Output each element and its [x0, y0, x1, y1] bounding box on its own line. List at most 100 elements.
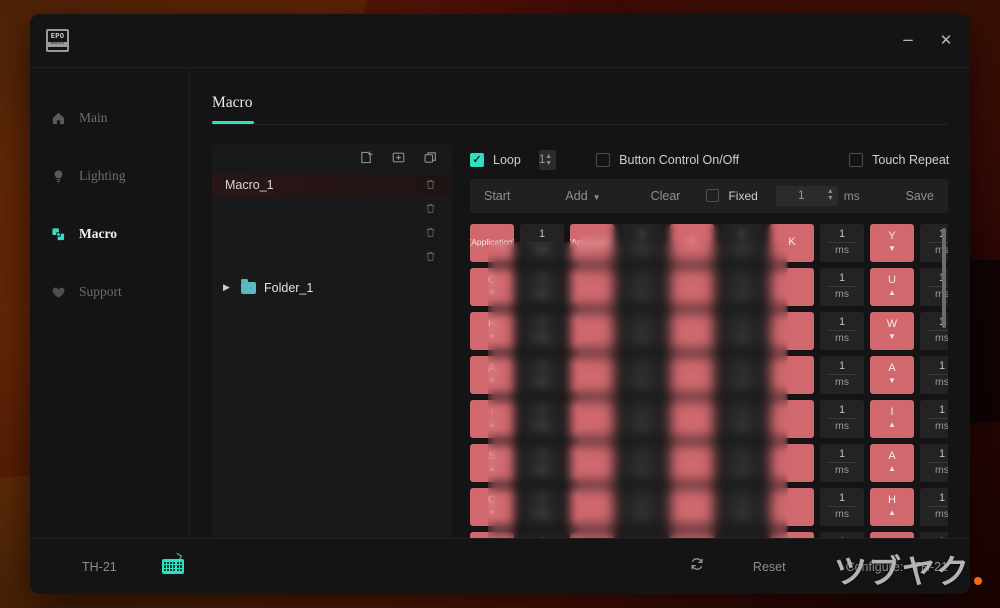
macro-delay-cell[interactable]: 1 ms [720, 355, 764, 394]
sidebar-item-macro[interactable]: Macro [30, 216, 189, 252]
macro-delay-cell[interactable]: 1 ms [620, 267, 664, 306]
keyboard-icon[interactable] [161, 559, 184, 574]
macro-key-cell[interactable] [670, 311, 714, 350]
loop-count-stepper[interactable]: 1 ▲ ▼ [538, 150, 557, 170]
macro-key-cell[interactable] [670, 399, 714, 438]
macro-key-cell[interactable]: Y ▼ [870, 223, 914, 262]
macro-delay-cell[interactable]: 1 ms [520, 487, 564, 526]
touch-repeat-checkbox[interactable]: Touch Repeat [849, 153, 949, 167]
macro-delay-cell[interactable]: 1 ms [720, 267, 764, 306]
macro-delay-cell[interactable]: 1 ms [520, 311, 564, 350]
macro-key-cell[interactable]: A ▼ [470, 355, 514, 394]
macro-delay-cell[interactable]: 1 ms [620, 487, 664, 526]
macro-delay-cell[interactable]: 1 ms [520, 355, 564, 394]
refresh-icon[interactable] [689, 556, 705, 577]
sidebar-item-lighting[interactable]: Lighting [30, 158, 189, 194]
macro-delay-cell[interactable]: 1 ms [620, 399, 664, 438]
macro-delay-cell[interactable]: 1 ms [820, 223, 864, 262]
chevron-down-icon[interactable]: ▼ [827, 195, 834, 202]
macro-key-cell[interactable]: I ▲ [470, 399, 514, 438]
start-button[interactable]: Start [484, 189, 510, 203]
macro-key-cell[interactable] [570, 311, 614, 350]
save-button[interactable]: Save [906, 189, 935, 203]
loop-checkbox[interactable]: Loop [470, 153, 521, 167]
trash-icon[interactable] [424, 178, 438, 192]
macro-delay-cell[interactable]: 1 ms [720, 487, 764, 526]
macro-delay-cell[interactable]: 1 ms [620, 223, 664, 262]
list-item[interactable] [212, 198, 452, 221]
minimize-button[interactable]: − [892, 26, 924, 56]
trash-icon[interactable] [424, 250, 438, 264]
macro-delay-cell[interactable]: 1 ms [520, 443, 564, 482]
button-control-checkbox[interactable]: Button Control On/Off [596, 153, 739, 167]
macro-delay-cell[interactable]: 1 ms [820, 443, 864, 482]
macro-key-cell[interactable] [770, 267, 814, 306]
macro-key-cell[interactable]: I ▲ [870, 399, 914, 438]
macro-delay-cell[interactable]: 1 ms [720, 399, 764, 438]
macro-key-cell[interactable] [570, 487, 614, 526]
macro-key-cell[interactable]: (Application) [470, 223, 514, 262]
macro-key-cell[interactable] [770, 311, 814, 350]
macro-delay-cell[interactable]: 1 ms [820, 355, 864, 394]
sidebar-item-support[interactable]: Support [30, 274, 189, 310]
list-item[interactable] [212, 246, 452, 269]
macro-delay-cell[interactable]: 1 ms [720, 311, 764, 350]
macro-key-cell[interactable] [670, 487, 714, 526]
macro-key-cell[interactable]: H ▼ [470, 311, 514, 350]
macro-key-cell[interactable]: K [770, 223, 814, 262]
new-macro-icon[interactable] [358, 150, 374, 166]
macro-key-cell[interactable]: H ▲ [870, 487, 914, 526]
list-item[interactable]: Macro_1 [212, 173, 452, 197]
button-control-checkbox-box[interactable] [596, 153, 611, 167]
macro-delay-cell[interactable]: 1 ms [620, 311, 664, 350]
grid-scrollbar[interactable] [942, 224, 946, 539]
macro-key-cell[interactable]: C ▼ [470, 487, 514, 526]
macro-key-cell[interactable]: W ▼ [870, 311, 914, 350]
new-folder-icon[interactable] [390, 150, 406, 166]
chevron-up-icon[interactable]: ▲ [545, 153, 552, 160]
touch-repeat-checkbox-box[interactable] [849, 153, 864, 167]
fixed-checkbox[interactable]: Fixed [706, 189, 758, 203]
chevron-right-icon[interactable]: ▶ [223, 282, 233, 293]
macro-key-cell[interactable]: A ▼ [870, 355, 914, 394]
duplicate-icon[interactable] [422, 150, 438, 166]
macro-key-cell[interactable] [570, 355, 614, 394]
macro-delay-cell[interactable]: 1 ms [620, 443, 664, 482]
macro-delay-cell[interactable]: 1 ms [720, 223, 764, 262]
trash-icon[interactable] [424, 202, 438, 216]
macro-delay-cell[interactable]: 1 ms [720, 443, 764, 482]
clear-button[interactable]: Clear [651, 189, 681, 203]
fixed-delay-stepper[interactable]: 1 ▲ ▼ [775, 185, 838, 206]
macro-key-cell[interactable] [570, 267, 614, 306]
macro-key-cell[interactable] [770, 487, 814, 526]
close-button[interactable]: ✕ [930, 26, 962, 56]
macro-key-cell[interactable] [670, 355, 714, 394]
fixed-checkbox-box[interactable] [706, 189, 720, 202]
macro-key-cell[interactable] [670, 267, 714, 306]
macro-key-cell[interactable]: S ▲ [470, 443, 514, 482]
reset-button[interactable]: Reset [753, 560, 786, 574]
macro-delay-cell[interactable]: 1 ms [620, 355, 664, 394]
macro-key-cell[interactable] [570, 399, 614, 438]
macro-delay-cell[interactable]: 1 ms [820, 311, 864, 350]
sidebar-item-main[interactable]: Main [30, 100, 189, 136]
macro-delay-cell[interactable]: 1 ms [520, 223, 564, 262]
loop-checkbox-box[interactable] [470, 153, 484, 167]
macro-key-cell[interactable]: A ▲ [870, 443, 914, 482]
macro-delay-cell[interactable]: 1 ms [520, 399, 564, 438]
macro-delay-cell[interactable]: 1 ms [820, 267, 864, 306]
macro-delay-cell[interactable]: 1 ms [520, 267, 564, 306]
fixed-delay-arrows[interactable]: ▲ ▼ [827, 188, 834, 202]
macro-key-cell[interactable]: (Application) [570, 223, 614, 262]
folder-item[interactable]: ▶ Folder_1 [212, 275, 452, 301]
add-button[interactable]: Add ▼ [565, 189, 600, 203]
macro-key-cell[interactable] [770, 443, 814, 482]
grid-scrollbar-thumb[interactable] [942, 227, 946, 328]
macro-delay-cell[interactable]: 1 ms [820, 399, 864, 438]
macro-delay-cell[interactable]: 1 ms [820, 487, 864, 526]
macro-key-cell[interactable] [670, 443, 714, 482]
macro-key-cell[interactable] [770, 355, 814, 394]
tab-macro[interactable]: Macro [212, 94, 948, 124]
chevron-down-icon[interactable]: ▼ [545, 160, 552, 167]
macro-key-cell[interactable] [770, 399, 814, 438]
